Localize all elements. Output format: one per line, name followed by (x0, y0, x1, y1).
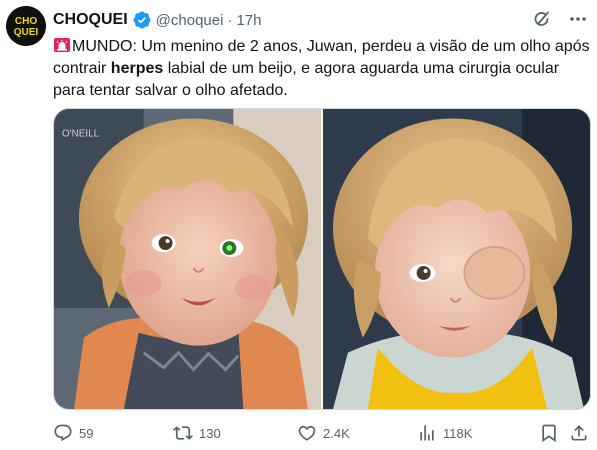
reply-count: 59 (79, 425, 94, 441)
like-button[interactable]: 2.4K (297, 423, 350, 443)
views-button[interactable]: 118K (417, 423, 472, 443)
author-name[interactable]: CHOQUEI (53, 11, 128, 29)
like-count: 2.4K (323, 425, 350, 441)
action-bar: 59 130 2.4K 118K (53, 422, 591, 444)
bookmark-button[interactable] (539, 423, 559, 443)
separator-dot: · (227, 11, 233, 29)
reply-button[interactable]: 59 (53, 423, 93, 443)
grok-icon[interactable] (531, 8, 553, 30)
svg-text:CHO: CHO (15, 16, 37, 27)
rotating-light-icon (53, 37, 71, 53)
photo-1[interactable]: O'NEILL (54, 109, 321, 409)
tweet-text: MUNDO: Um menino de 2 anos, Juwan, perde… (53, 36, 591, 102)
share-icon (571, 425, 587, 441)
heart-icon (298, 425, 316, 441)
verified-badge-icon[interactable] (132, 10, 152, 30)
bookmark-icon (542, 424, 556, 443)
retweet-button[interactable]: 130 (173, 423, 221, 443)
svg-text:QUEI: QUEI (14, 27, 39, 38)
avatar[interactable]: CHO QUEI (6, 6, 46, 46)
views-icon (420, 425, 434, 441)
tweet-header: CHOQUEI @choquei · 17h (53, 8, 261, 32)
tweet-text-bold: herpes (110, 60, 164, 77)
author-handle[interactable]: @choquei (156, 12, 224, 29)
photo-2[interactable] (323, 109, 590, 409)
post-time[interactable]: 17h (236, 12, 261, 29)
shirt-logo: O'NEILL (62, 128, 100, 139)
more-icon[interactable] (567, 8, 589, 30)
top-actions (531, 8, 589, 30)
retweet-icon (173, 426, 193, 440)
reply-icon (54, 424, 72, 442)
avatar-logo: CHO QUEI (6, 6, 46, 46)
media-grid: O'NEILL (53, 108, 591, 410)
share-button[interactable] (569, 423, 589, 443)
views-count: 118K (443, 425, 473, 441)
tweet[interactable]: CHO QUEI CHOQUEI @choquei · 17h MUNDO: U… (0, 0, 597, 450)
retweet-count: 130 (199, 425, 221, 441)
